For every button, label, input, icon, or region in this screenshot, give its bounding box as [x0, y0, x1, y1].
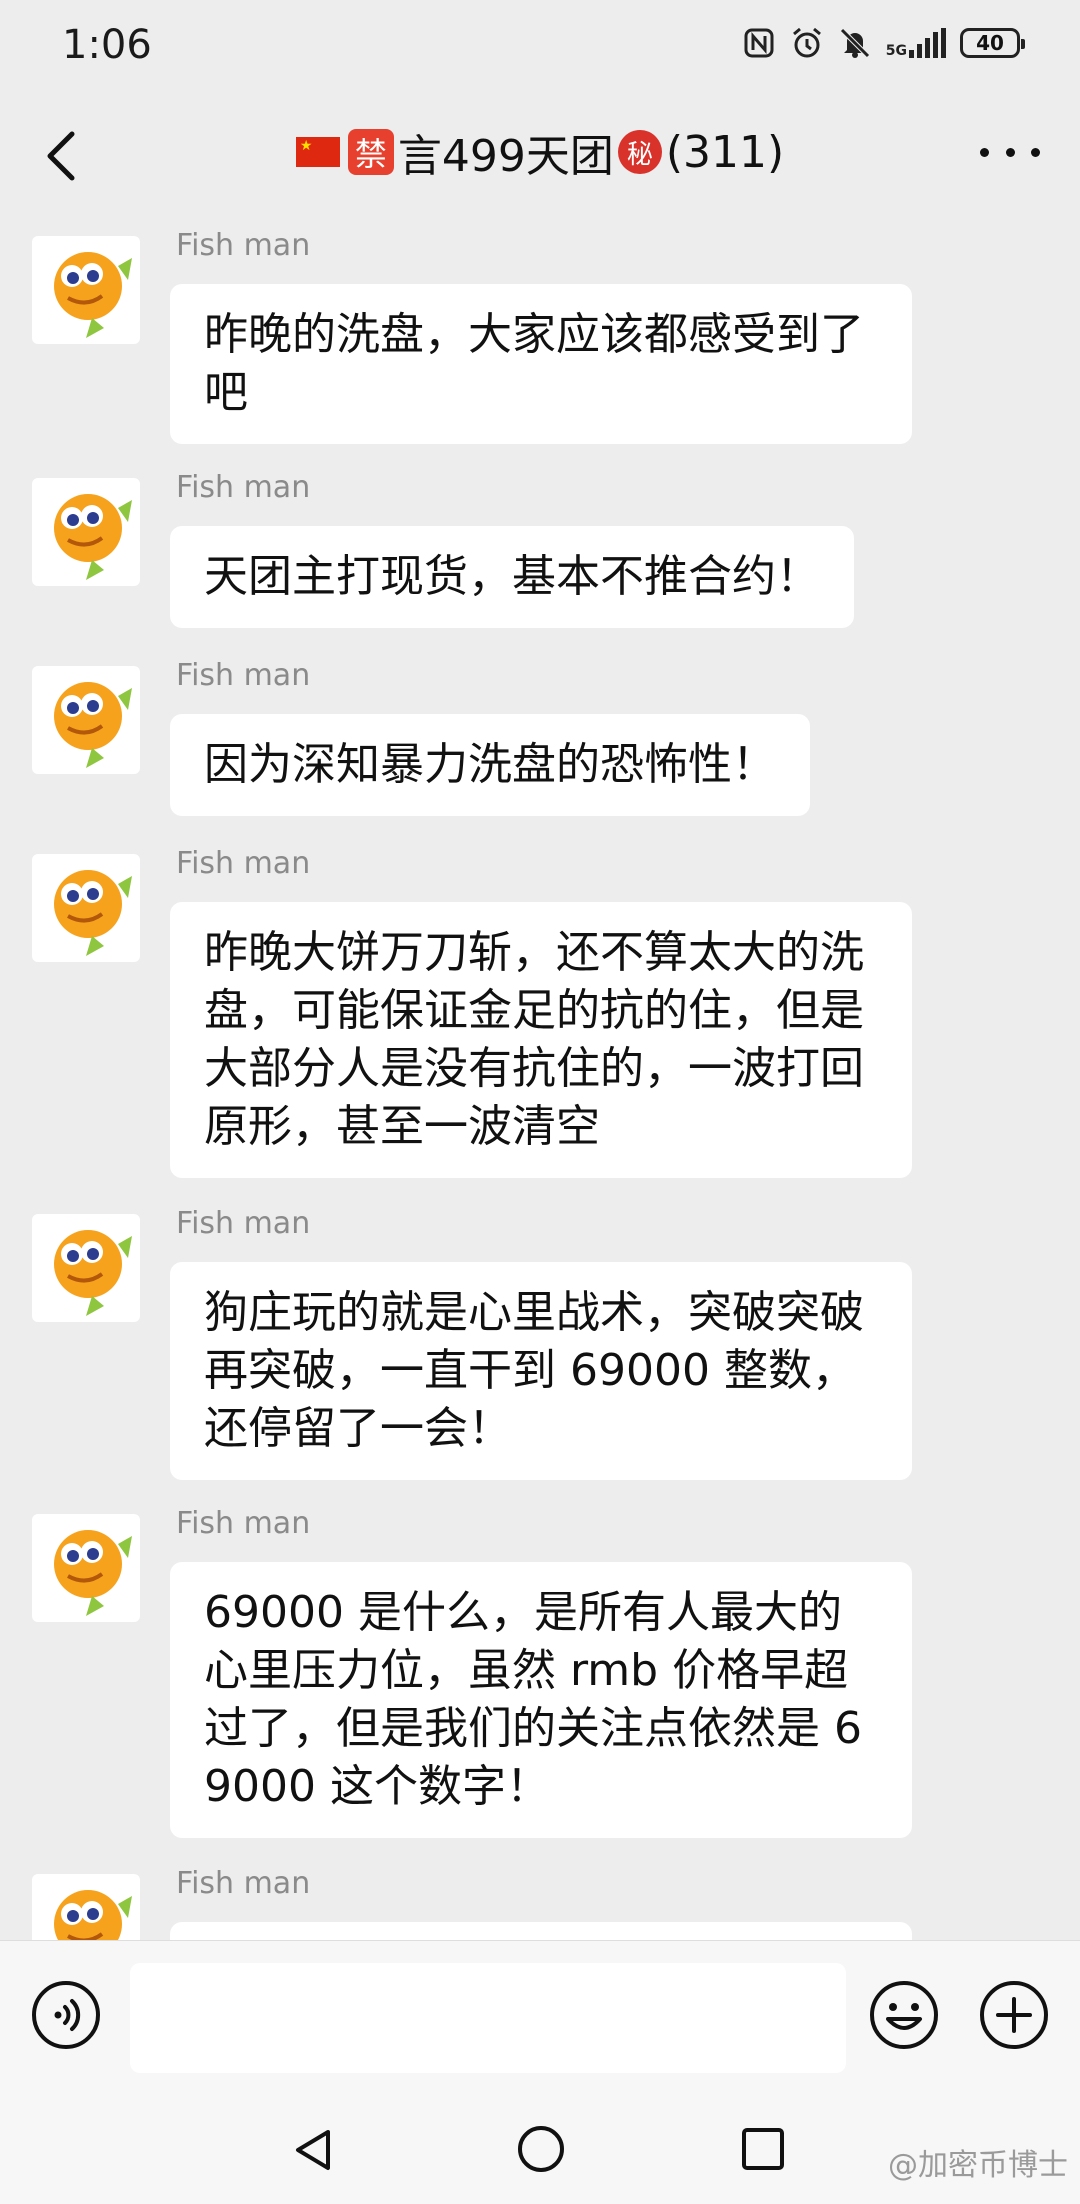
fish-avatar-icon	[54, 682, 132, 768]
message-bubble[interactable]	[170, 1922, 912, 1940]
more-icon[interactable]	[980, 142, 1040, 162]
fish-avatar-icon	[54, 1530, 132, 1616]
voice-icon[interactable]	[30, 1979, 102, 2051]
fish-avatar-icon	[54, 870, 132, 956]
avatar[interactable]	[32, 1214, 140, 1322]
status-icons: 5G 40	[742, 26, 1025, 60]
signal-icon: 5G	[886, 28, 946, 58]
mute-bell-icon	[839, 28, 870, 58]
china-flag-icon	[295, 137, 340, 167]
member-count: (311)	[665, 126, 785, 178]
avatar[interactable]	[32, 1874, 140, 1940]
message-bubble[interactable]: 69000 是什么，是所有人最大的心里压力位，虽然 rmb 价格早超过了，但是我…	[170, 1562, 912, 1838]
sender-name: Fish man	[176, 1206, 311, 1241]
nav-recent-icon[interactable]	[740, 2126, 786, 2172]
sender-name: Fish man	[176, 228, 311, 263]
status-bar: 1:06 5G 40	[0, 0, 1080, 90]
mute-badge: 禁	[347, 129, 394, 175]
fish-avatar-icon	[54, 1890, 132, 1940]
chat-title-text: 言499天团	[397, 131, 614, 182]
chat-header: 禁 言499天团 秘 (311)	[0, 90, 1080, 218]
status-time: 1:06	[62, 22, 152, 68]
battery-level: 40	[976, 31, 1004, 55]
avatar[interactable]	[32, 666, 140, 774]
battery-icon: 40	[960, 28, 1025, 58]
input-bar	[0, 1940, 1080, 2091]
sender-name: Fish man	[176, 658, 311, 693]
plus-icon[interactable]	[978, 1979, 1050, 2051]
sender-name: Fish man	[176, 1866, 311, 1901]
message-list[interactable]: Fish man 昨晚的洗盘，大家应该都感受到了吧 Fish man 天团主打现…	[0, 218, 1080, 1940]
message-bubble[interactable]: 天团主打现货，基本不推合约！	[170, 526, 854, 628]
nfc-icon	[744, 28, 774, 58]
avatar[interactable]	[32, 1514, 140, 1622]
chat-title: 禁 言499天团 秘 (311)	[0, 120, 1080, 184]
nav-home-icon[interactable]	[516, 2124, 566, 2174]
emoji-icon[interactable]	[868, 1979, 940, 2051]
message-input[interactable]	[130, 1963, 846, 2073]
fish-avatar-icon	[54, 252, 132, 338]
avatar[interactable]	[32, 854, 140, 962]
alarm-icon	[792, 27, 821, 58]
nav-back-icon[interactable]	[290, 2126, 338, 2174]
network-label: 5G	[885, 43, 907, 59]
sender-name: Fish man	[176, 470, 311, 505]
secret-badge: 秘	[617, 130, 662, 174]
fish-avatar-icon	[54, 1230, 132, 1316]
avatar[interactable]	[32, 236, 140, 344]
message-bubble[interactable]: 狗庄玩的就是心里战术，突破突破再突破，一直干到 69000 整数，还停留了一会！	[170, 1262, 912, 1480]
fish-avatar-icon	[54, 494, 132, 580]
message-bubble[interactable]: 因为深知暴力洗盘的恐怖性！	[170, 714, 810, 816]
system-nav-bar: @加密币博士	[0, 2090, 1080, 2204]
message-bubble[interactable]: 昨晚的洗盘，大家应该都感受到了吧	[170, 284, 912, 444]
watermark: @加密币博士	[888, 2148, 1068, 2183]
sender-name: Fish man	[176, 846, 311, 881]
sender-name: Fish man	[176, 1506, 311, 1541]
message-bubble[interactable]: 昨晚大饼万刀斩，还不算太大的洗盘，可能保证金足的抗的住，但是大部分人是没有抗住的…	[170, 902, 912, 1178]
avatar[interactable]	[32, 478, 140, 586]
